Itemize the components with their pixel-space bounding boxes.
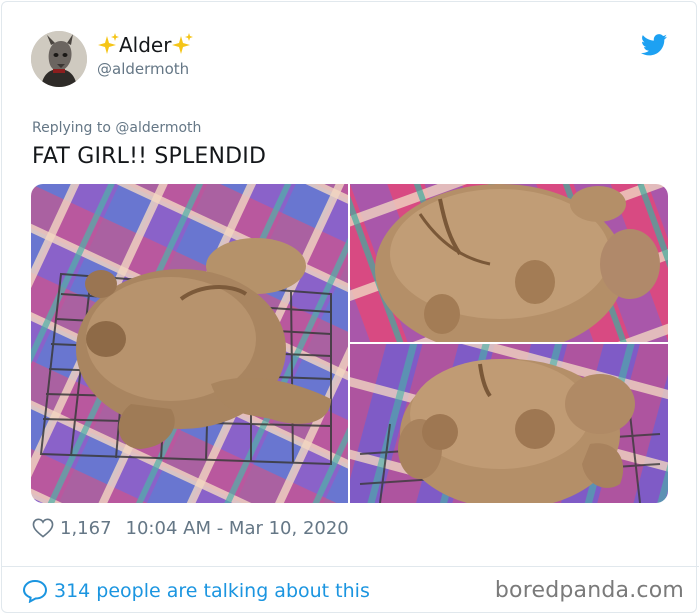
conversation-link[interactable]: 314 people are talking about this xyxy=(22,576,370,606)
display-name[interactable]: Alder xyxy=(119,33,171,57)
watermark: boredpanda.com xyxy=(494,578,684,603)
media-grid xyxy=(31,184,668,503)
photo-frog-bread-side[interactable] xyxy=(31,184,348,503)
photo-frog-bread-top[interactable] xyxy=(350,184,668,342)
divider xyxy=(1,566,699,567)
tweet-meta: 1,167 10:04 AM - Mar 10, 2020 xyxy=(32,515,349,541)
sparkles-icon xyxy=(98,33,119,54)
avatar[interactable] xyxy=(31,31,87,87)
timestamp[interactable]: 10:04 AM - Mar 10, 2020 xyxy=(126,518,349,539)
conversation-text[interactable]: 314 people are talking about this xyxy=(54,580,370,602)
replying-to[interactable]: Replying to @aldermoth xyxy=(32,120,201,136)
photo-frog-bread-front[interactable] xyxy=(350,344,668,503)
twitter-bird-icon[interactable] xyxy=(641,34,667,56)
speech-bubble-icon xyxy=(22,579,48,603)
display-name-row[interactable]: Alder xyxy=(97,30,194,60)
like-count[interactable]: 1,167 xyxy=(60,518,112,539)
sparkles-icon xyxy=(172,33,194,54)
heart-icon[interactable] xyxy=(32,518,54,538)
user-handle[interactable]: @aldermoth xyxy=(97,60,189,78)
tweet-text: FAT GIRL!! SPLENDID xyxy=(32,144,267,169)
